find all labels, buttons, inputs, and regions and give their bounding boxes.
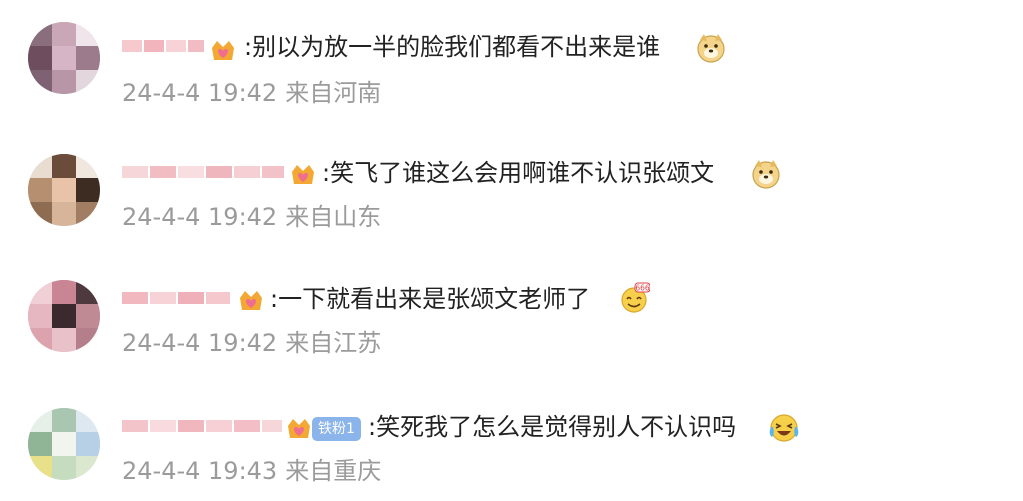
comment-item: :一下就看出来是张颂文老师了 666 24-4-4 19:42 来自江苏: [0, 252, 1023, 362]
username-redacted[interactable]: [122, 158, 284, 188]
avatar[interactable]: [28, 408, 100, 480]
laugh-cry-emoji-icon: [769, 414, 799, 442]
comment-location: 来自河南: [285, 79, 382, 107]
comment-text: :笑飞了谁这么会用啊谁不认识张颂文: [322, 159, 715, 187]
comment-location: 来自山东: [285, 203, 382, 231]
avatar[interactable]: [28, 280, 100, 352]
comment-meta: 24-4-4 19:42 来自河南: [122, 78, 381, 108]
comment-time: 24-4-4 19:43: [122, 457, 278, 485]
comment-location: 来自重庆: [285, 457, 382, 485]
comment-item: :别以为放一半的脸我们都看不出来是谁 24-4-4 19:42 来自河南: [0, 12, 1023, 122]
fans-level-badge: 铁粉1: [312, 417, 361, 441]
comment-meta: 24-4-4 19:42 来自江苏: [122, 328, 381, 358]
comment-meta: 24-4-4 19:42 来自山东: [122, 202, 381, 232]
doge-emoji-icon: [752, 160, 780, 189]
avatar[interactable]: [28, 154, 100, 226]
svg-text:666: 666: [635, 284, 650, 293]
crown-heart-badge-icon: [288, 419, 310, 438]
comment-time: 24-4-4 19:42: [122, 203, 278, 231]
666-emoji-icon: 666: [621, 282, 650, 313]
username-redacted[interactable]: [122, 284, 232, 314]
comment-text: :一下就看出来是张颂文老师了: [270, 285, 591, 313]
crown-heart-badge-icon: [240, 291, 262, 310]
comment-item: 铁粉1 :笑死我了怎么是觉得别人不认识吗 24-4-4 19:43 来自重庆: [0, 372, 1023, 485]
crown-heart-badge-icon: [212, 41, 234, 60]
comment-text: :笑死我了怎么是觉得别人不认识吗: [368, 413, 737, 441]
comment-text: :别以为放一半的脸我们都看不出来是谁: [244, 33, 661, 61]
comment-list: :别以为放一半的脸我们都看不出来是谁 24-4-4 19:42 来自河南:笑飞…: [0, 0, 1023, 501]
doge-emoji-icon: [697, 34, 725, 63]
comment-time: 24-4-4 19:42: [122, 329, 278, 357]
comment-meta: 24-4-4 19:43 来自重庆: [122, 456, 381, 486]
comment-time: 24-4-4 19:42: [122, 79, 278, 107]
crown-heart-badge-icon: [292, 165, 314, 184]
comment-item: :笑飞了谁这么会用啊谁不认识张颂文 24-4-4 19:42 来自山东: [0, 132, 1023, 242]
avatar[interactable]: [28, 22, 100, 94]
comment-location: 来自江苏: [285, 329, 382, 357]
username-redacted[interactable]: [122, 34, 206, 64]
username-redacted[interactable]: [122, 412, 282, 442]
